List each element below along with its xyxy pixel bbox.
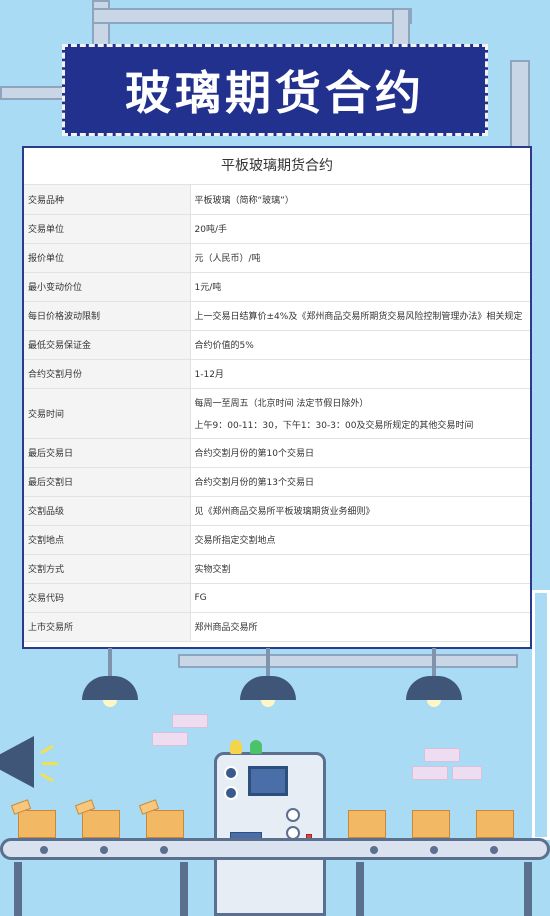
pipe-top-horizontal [92, 8, 412, 24]
lamp-icon [406, 676, 462, 700]
green-light-icon [250, 740, 262, 754]
row-key: 交割方式 [24, 554, 191, 584]
box-icon [82, 810, 120, 838]
belt-leg [14, 862, 22, 916]
pipe-left-horizontal [0, 86, 70, 100]
row-key: 上市交易所 [24, 612, 191, 642]
row-value: FG [190, 583, 530, 613]
row-value: 合约价值的5% [190, 330, 530, 360]
row-value: 平板玻璃（简称“玻璃”） [190, 185, 530, 215]
roller-icon [100, 846, 108, 854]
row-value: 合约交割月份的第13个交易日 [190, 467, 530, 497]
row-key: 报价单位 [24, 243, 191, 273]
table-row: 交易单位 20吨/手 [24, 214, 530, 244]
row-key: 最小变动价位 [24, 272, 191, 302]
table-row: 最后交易日 合约交割月份的第10个交易日 [24, 438, 530, 468]
box-icon [18, 810, 56, 838]
row-value: 合约交割月份的第10个交易日 [190, 438, 530, 468]
lamp-cord [432, 648, 436, 676]
table-row: 交割方式 实物交割 [24, 554, 530, 584]
scaffold-icon [532, 590, 550, 840]
table-row: 报价单位 元（人民币）/吨 [24, 243, 530, 273]
table-row: 上市交易所 郑州商品交易所 [24, 612, 530, 642]
belt-leg [356, 862, 364, 916]
roller-icon [490, 846, 498, 854]
row-value: 上一交易日结算价±4%及《郑州商品交易所期货交易风险控制管理办法》相关规定 [190, 301, 530, 331]
row-key: 交割地点 [24, 525, 191, 555]
box-icon [412, 810, 450, 838]
lamp-light-icon [261, 700, 275, 707]
row-key: 合约交割月份 [24, 359, 191, 389]
row-key: 交割品级 [24, 496, 191, 526]
row-key: 交易时间 [24, 388, 191, 439]
row-value: 1元/吨 [190, 272, 530, 302]
row-value: 郑州商品交易所 [190, 612, 530, 642]
table-row: 交易时间 每周一至周五（北京时间 法定节假日除外） 上午9：00-11：30，下… [24, 388, 530, 439]
wall-tile [452, 766, 482, 780]
lamp-light-icon [427, 700, 441, 707]
yellow-light-icon [230, 740, 242, 754]
pipe-right-side [510, 60, 530, 150]
sound-wave-icon [40, 772, 54, 783]
megaphone-icon [0, 736, 34, 788]
roller-icon [370, 846, 378, 854]
roller-icon [430, 846, 438, 854]
lamp-light-icon [103, 700, 117, 707]
dial-icon [224, 786, 238, 800]
row-value: 元（人民币）/吨 [190, 243, 530, 273]
row-value: 每周一至周五（北京时间 法定节假日除外） 上午9：00-11：30，下午1：30… [190, 388, 530, 439]
title-banner: 玻璃期货合约 [62, 44, 488, 136]
row-key: 最后交易日 [24, 438, 191, 468]
belt-leg [180, 862, 188, 916]
row-value: 1-12月 [190, 359, 530, 389]
dial-icon [224, 766, 238, 780]
box-icon [146, 810, 184, 838]
lamp-cord [108, 648, 112, 676]
roller-icon [160, 846, 168, 854]
contract-table-title: 平板玻璃期货合约 [24, 148, 530, 185]
row-value: 交易所指定交割地点 [190, 525, 530, 555]
table-row: 最低交易保证金 合约价值的5% [24, 330, 530, 360]
belt-leg [524, 862, 532, 916]
table-row: 每日价格波动限制 上一交易日结算价±4%及《郑州商品交易所期货交易风险控制管理办法… [24, 301, 530, 331]
box-icon [476, 810, 514, 838]
table-row: 交易品种 平板玻璃（简称“玻璃”） [24, 185, 530, 215]
roller-icon [40, 846, 48, 854]
row-key: 最低交易保证金 [24, 330, 191, 360]
wall-tile [172, 714, 208, 728]
box-icon [348, 810, 386, 838]
sound-wave-icon [42, 762, 58, 765]
row-key: 每日价格波动限制 [24, 301, 191, 331]
table-row: 交割地点 交易所指定交割地点 [24, 525, 530, 555]
wall-tile [412, 766, 448, 780]
lamp-cord [266, 648, 270, 676]
conveyor-belt [0, 838, 550, 860]
trading-hours-line-2: 上午9：00-11：30，下午1：30-3：00及交易所规定的其他交易时间 [194, 420, 474, 431]
row-value: 20吨/手 [190, 214, 530, 244]
lamp-icon [240, 676, 296, 700]
gauge-icon [286, 808, 300, 822]
wall-tile [152, 732, 188, 746]
table-row: 合约交割月份 1-12月 [24, 359, 530, 389]
lamp-icon [82, 676, 138, 700]
row-value: 实物交割 [190, 554, 530, 584]
table-row: 最后交割日 合约交割月份的第13个交易日 [24, 467, 530, 497]
table-row: 交割品级 见《郑州商品交易所平板玻璃期货业务细则》 [24, 496, 530, 526]
trading-hours-line-1: 每周一至周五（北京时间 法定节假日除外） [194, 398, 369, 409]
wall-tile [424, 748, 460, 762]
row-key: 交易品种 [24, 185, 191, 215]
sound-wave-icon [40, 744, 54, 755]
contract-table-card: 平板玻璃期货合约 交易品种 平板玻璃（简称“玻璃”） 交易单位 20吨/手 报价单位… [22, 146, 532, 649]
page-title: 玻璃期货合约 [125, 66, 425, 120]
pipe-bottom-rail [178, 654, 518, 668]
row-key: 最后交割日 [24, 467, 191, 497]
row-key: 交易单位 [24, 214, 191, 244]
table-row: 交易代码 FG [24, 583, 530, 613]
contract-table: 交易品种 平板玻璃（简称“玻璃”） 交易单位 20吨/手 报价单位 元（人民币）/吨 … [24, 185, 530, 642]
table-row: 最小变动价位 1元/吨 [24, 272, 530, 302]
row-key: 交易代码 [24, 583, 191, 613]
machine-screen-icon [248, 766, 288, 796]
row-value: 见《郑州商品交易所平板玻璃期货业务细则》 [190, 496, 530, 526]
